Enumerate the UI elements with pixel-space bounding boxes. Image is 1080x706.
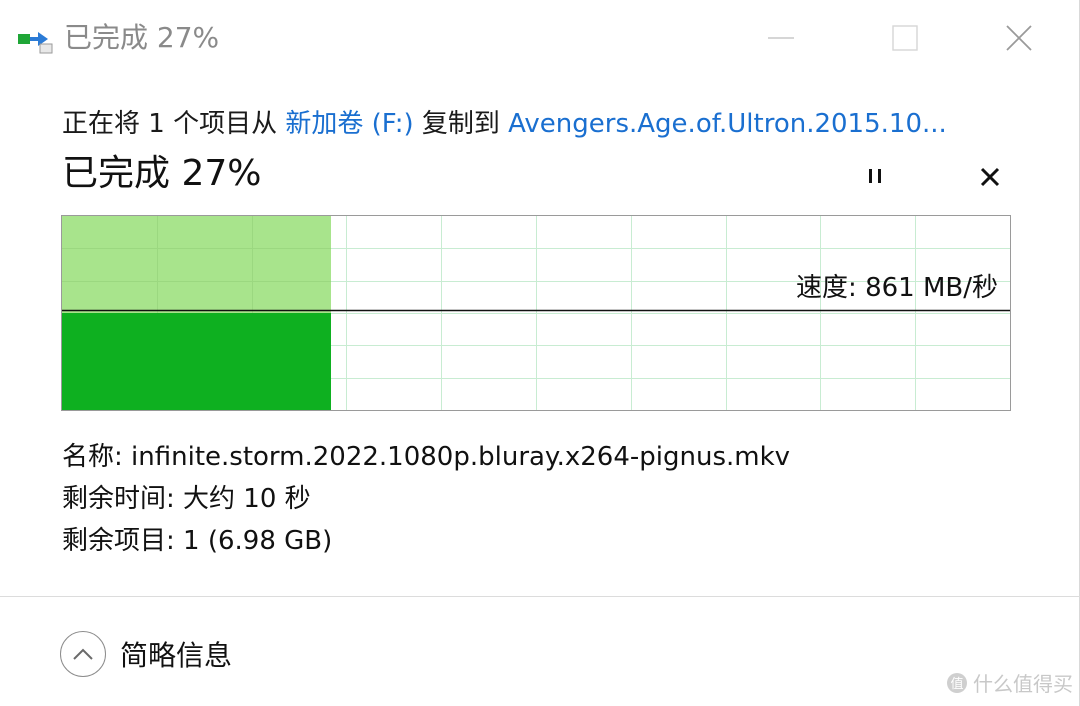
- pause-button[interactable]: [855, 156, 895, 196]
- window-title: 已完成 27%: [64, 21, 220, 54]
- fewer-details-toggle[interactable]: 简略信息: [60, 628, 232, 680]
- copy-prefix-text: 正在将 1 个项目从: [62, 109, 278, 139]
- minimize-icon: [768, 37, 794, 39]
- speed-area: [62, 313, 331, 410]
- time-remaining-value: 大约 10 秒: [183, 484, 311, 514]
- source-link[interactable]: 新加卷 (F:): [285, 109, 413, 139]
- destination-link[interactable]: Avengers.Age.of.Ultron.2015.10...: [508, 109, 947, 139]
- maximize-icon: [892, 25, 918, 51]
- close-icon: [1006, 25, 1032, 51]
- copy-description: 正在将 1 个项目从 新加卷 (F:) 复制到 Avengers.Age.of.…: [62, 104, 947, 144]
- detail-time-row: 剩余时间: 大约 10 秒: [62, 480, 311, 518]
- speed-label: 速度: 861 MB/秒: [796, 273, 998, 303]
- watermark-badge: 值: [947, 672, 967, 693]
- name-label: 名称:: [62, 442, 123, 472]
- detail-items-row: 剩余项目: 1 (6.98 GB): [62, 522, 332, 560]
- footer-divider: [0, 596, 1080, 597]
- copy-mid-text: 复制到: [421, 109, 500, 139]
- maximize-button[interactable]: [870, 12, 940, 64]
- cancel-button[interactable]: [970, 157, 1010, 197]
- pause-icon: [869, 169, 881, 183]
- name-value: infinite.storm.2022.1080p.bluray.x264-pi…: [131, 442, 791, 472]
- progress-status: 已完成 27%: [62, 153, 262, 194]
- items-remaining-value: 1 (6.98 GB): [183, 526, 333, 556]
- title-bar[interactable]: 已完成 27%: [0, 0, 1080, 78]
- copy-progress-dialog: 已完成 27% 正在将 1 个项目从 新加卷 (F:) 复制到 Avengers…: [0, 0, 1080, 706]
- detail-name-row: 名称: infinite.storm.2022.1080p.bluray.x26…: [62, 438, 790, 476]
- fewer-details-label[interactable]: 简略信息: [120, 634, 232, 674]
- close-icon: [980, 167, 1000, 187]
- window-close-button[interactable]: [984, 12, 1054, 64]
- watermark: 值 什么值得买: [947, 668, 1073, 697]
- collapse-button[interactable]: [60, 631, 106, 677]
- watermark-text: 什么值得买: [973, 672, 1073, 696]
- items-remaining-label: 剩余项目:: [62, 526, 175, 556]
- chevron-up-icon: [73, 648, 93, 660]
- speed-graph: 速度: 861 MB/秒: [61, 215, 1011, 411]
- minimize-button[interactable]: [746, 12, 816, 64]
- copy-file-icon: [18, 32, 53, 54]
- time-remaining-label: 剩余时间:: [62, 484, 175, 514]
- speed-graph-canvas: [62, 216, 1010, 410]
